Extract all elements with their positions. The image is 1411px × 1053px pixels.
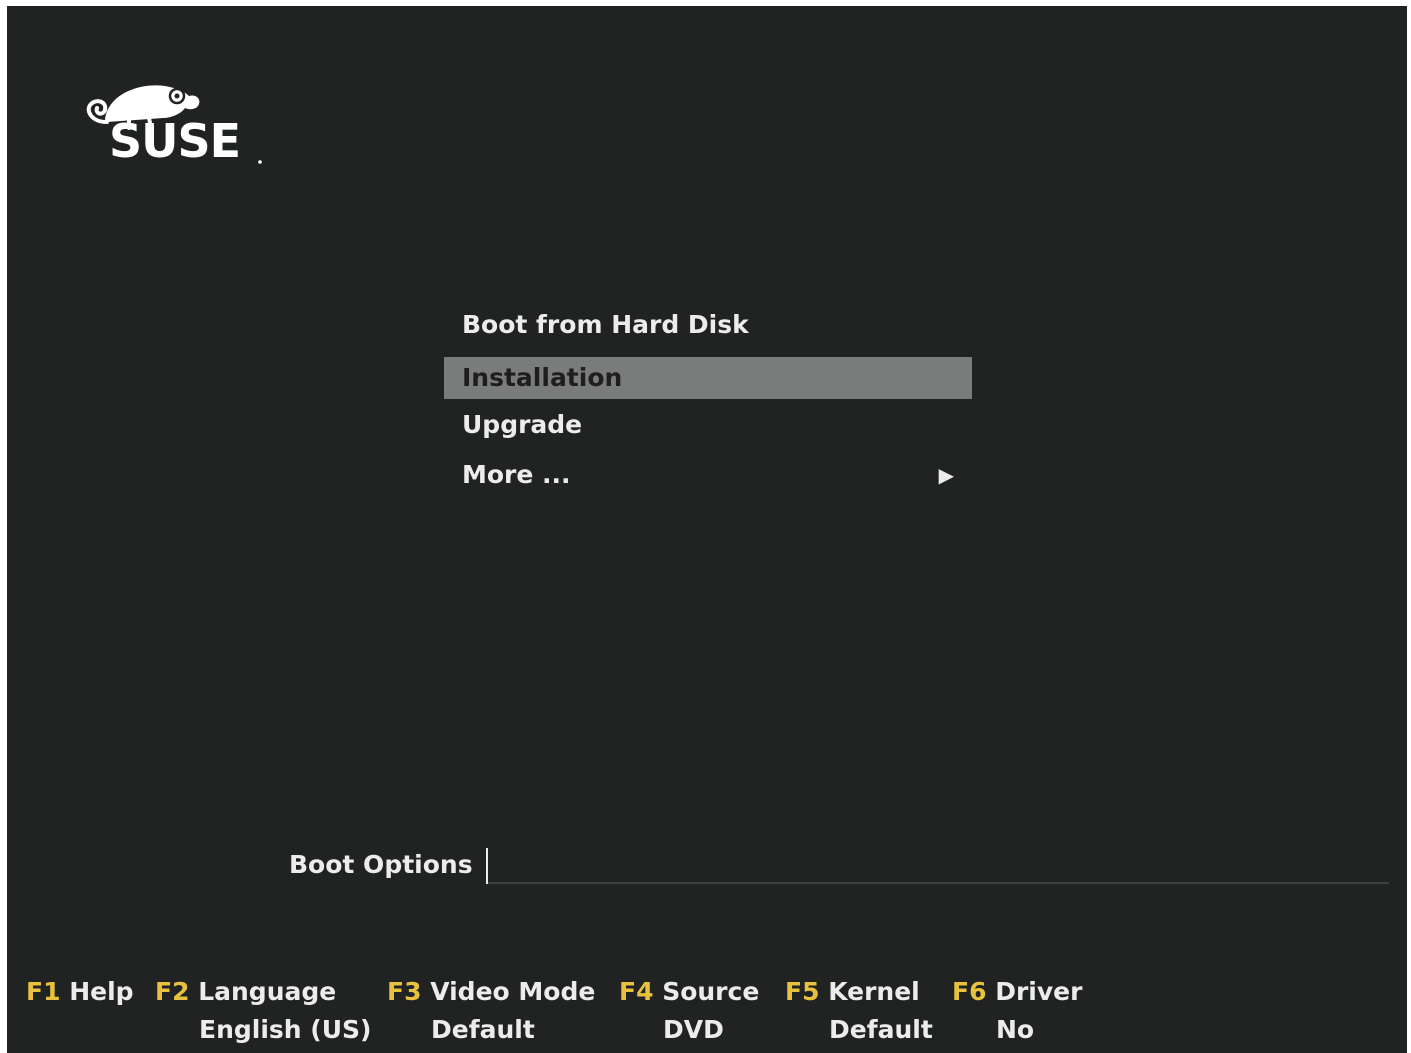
boot-screen: SUSE Boot from Hard Disk Installation Up…	[7, 6, 1407, 1053]
fkey-label: Driver	[995, 977, 1083, 1006]
menu-item-label: Boot from Hard Disk	[462, 310, 749, 339]
boot-options-input[interactable]	[486, 846, 1389, 884]
fkey-key: F5	[785, 977, 820, 1006]
menu-item-label: Upgrade	[462, 410, 583, 439]
fkey-source[interactable]: F4 Source	[619, 972, 759, 1012]
fkey-key: F3	[387, 977, 422, 1006]
fkey-key: F4	[619, 977, 654, 1006]
fkey-language[interactable]: F2 Language	[155, 972, 336, 1012]
fkey-driver[interactable]: F6 Driver	[952, 972, 1082, 1012]
fkey-kernel-value: Default	[829, 1015, 933, 1044]
fkey-label: Video Mode	[430, 977, 596, 1006]
fkey-key: F6	[952, 977, 987, 1006]
boot-options: Boot Options	[289, 846, 1389, 886]
fkey-video-mode-value: Default	[431, 1015, 535, 1044]
boot-options-label: Boot Options	[289, 850, 473, 879]
menu-item-label: More ...	[462, 460, 571, 489]
fkey-kernel[interactable]: F5 Kernel	[785, 972, 920, 1012]
fkey-help[interactable]: F1 Help	[26, 972, 134, 1012]
fkey-label: Language	[198, 977, 337, 1006]
suse-logo: SUSE	[77, 74, 267, 174]
fkey-label: Source	[662, 977, 760, 1006]
text-cursor	[486, 848, 488, 884]
menu-item-installation[interactable]: Installation	[444, 357, 972, 399]
function-key-bar: F1 Help F2 Language English (US) F3 Vide…	[7, 972, 1407, 1053]
boot-menu: Boot from Hard Disk Installation Upgrade…	[444, 303, 972, 503]
menu-item-label: Installation	[462, 363, 623, 392]
brand-name: SUSE	[109, 114, 241, 168]
menu-item-upgrade[interactable]: Upgrade	[444, 403, 972, 453]
fkey-source-value: DVD	[663, 1015, 724, 1044]
fkey-language-value: English (US)	[199, 1015, 372, 1044]
fkey-driver-value: No	[996, 1015, 1035, 1044]
triangle-right-icon: ▶	[938, 463, 954, 487]
menu-item-more[interactable]: More ... ▶	[444, 453, 972, 503]
fkey-label: Help	[69, 977, 134, 1006]
fkey-label: Kernel	[828, 977, 920, 1006]
fkey-key: F1	[26, 977, 61, 1006]
menu-item-boot-hard-disk[interactable]: Boot from Hard Disk	[444, 303, 972, 353]
fkey-video-mode[interactable]: F3 Video Mode	[387, 972, 595, 1012]
fkey-key: F2	[155, 977, 190, 1006]
